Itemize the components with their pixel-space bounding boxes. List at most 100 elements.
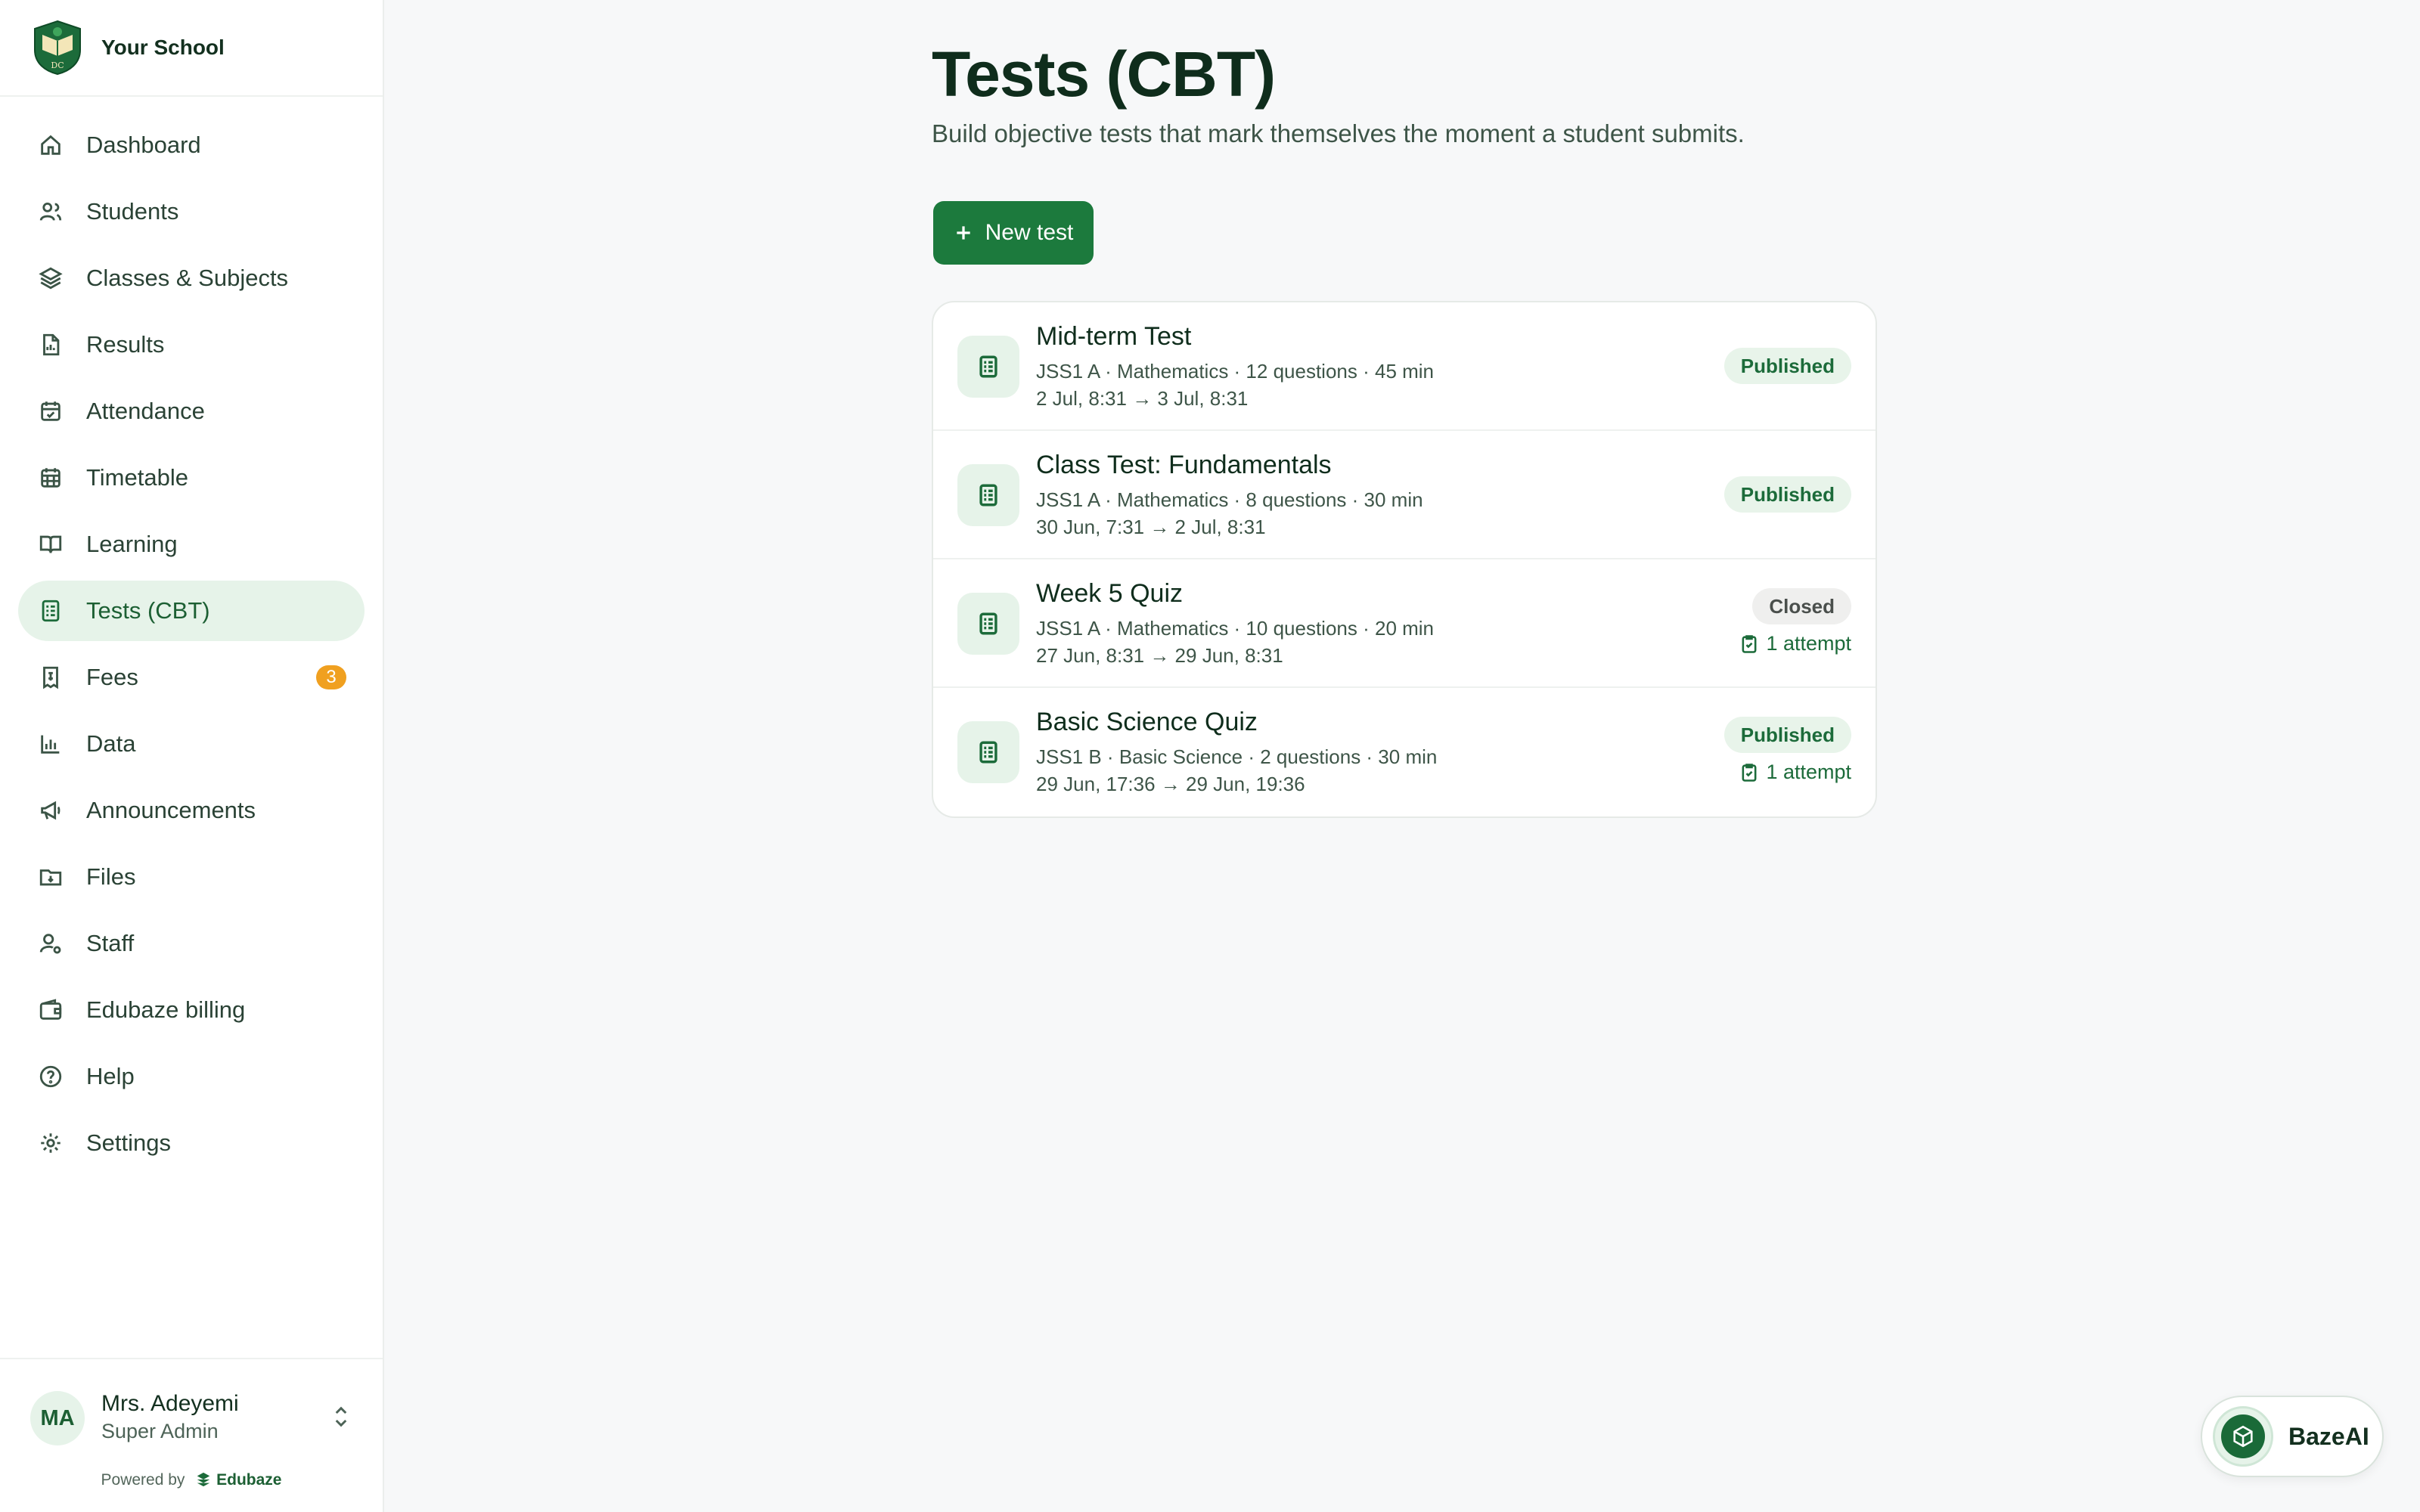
attempt-label: 1 attempt	[1766, 632, 1851, 655]
sidebar-item-attendance[interactable]: Attendance	[18, 381, 365, 442]
cube-icon	[2233, 1425, 2253, 1448]
attempt-label: 1 attempt	[1766, 761, 1851, 783]
page-title: Tests (CBT)	[932, 39, 1276, 110]
sidebar-item-announcements[interactable]: Announcements	[18, 780, 365, 841]
sidebar-item-label: Timetable	[86, 464, 188, 491]
folder-icon	[38, 864, 64, 890]
user-role: Super Admin	[101, 1420, 219, 1442]
sidebar-item-label: Data	[86, 730, 136, 757]
new-test-label: New test	[985, 220, 1074, 245]
test-list-icon	[957, 593, 1019, 655]
user-gear-icon	[38, 931, 64, 956]
sidebar-item-staff[interactable]: Staff	[18, 913, 365, 974]
test-title: Week 5 Quiz	[1036, 579, 1184, 608]
powered-prefix: Powered by	[101, 1471, 185, 1489]
sidebar-item-fees[interactable]: Fees 3	[18, 647, 365, 708]
test-dates: 29 Jun, 17:36 → 29 Jun, 19:36	[1036, 773, 1305, 795]
sidebar-item-label: Settings	[86, 1129, 172, 1156]
sidebar-item-classes-subjects[interactable]: Classes & Subjects	[18, 248, 365, 308]
plus-icon	[956, 226, 970, 240]
receipt-icon	[38, 665, 64, 690]
test-title: Mid-term Test	[1036, 322, 1192, 351]
school-crest-icon: DC	[34, 20, 81, 76]
sidebar-item-label: Fees	[86, 664, 138, 690]
test-meta: JSS1 B · Basic Science · 2 questions · 3…	[1036, 745, 1438, 768]
chevron-up-down-icon[interactable]	[330, 1403, 352, 1430]
home-icon	[38, 132, 64, 158]
sidebar-item-label: Announcements	[86, 797, 256, 823]
sidebar-item-label: Results	[86, 331, 165, 358]
tests-list: Mid-term Test JSS1 A · Mathematics · 12 …	[932, 301, 1877, 818]
sidebar-item-timetable[interactable]: Timetable	[18, 448, 365, 508]
test-title: Class Test: Fundamentals	[1036, 451, 1332, 479]
new-test-button[interactable]: New test	[933, 201, 1094, 265]
sidebar-item-label: Classes & Subjects	[86, 265, 289, 291]
test-meta: JSS1 A · Mathematics · 10 questions · 20…	[1036, 617, 1435, 640]
clipboard-check-icon	[1742, 763, 1757, 782]
calendar-check-icon	[38, 398, 64, 424]
sidebar-item-students[interactable]: Students	[18, 181, 365, 242]
clipboard-check-icon	[1742, 634, 1757, 653]
attempt-count[interactable]: 1 attempt	[1739, 632, 1851, 655]
test-title: Basic Science Quiz	[1036, 708, 1258, 736]
users-icon	[38, 199, 64, 225]
status-badge: Published	[1723, 717, 1851, 753]
status-badge: Published	[1723, 348, 1851, 384]
sidebar-item-help[interactable]: Help	[18, 1046, 365, 1107]
sidebar-item-label: Edubaze billing	[86, 996, 246, 1023]
edubaze-logo-icon	[197, 1472, 210, 1487]
calendar-grid-icon	[38, 465, 64, 491]
sidebar-item-label: Learning	[86, 531, 178, 557]
sidebar-item-edubaze-billing[interactable]: Edubaze billing	[18, 980, 365, 1040]
sidebar-item-tests-cbt[interactable]: Tests (CBT)	[18, 581, 365, 641]
sidebar: DC Your School Dashboard Students Classe…	[0, 0, 384, 1512]
sidebar-item-label: Tests (CBT)	[86, 597, 210, 624]
sidebar-item-label: Students	[86, 198, 179, 225]
status-badge: Closed	[1752, 588, 1851, 624]
test-list-icon	[957, 464, 1019, 526]
sidebar-item-label: Attendance	[86, 398, 205, 424]
avatar: MA	[30, 1391, 85, 1445]
settings-icon	[38, 1130, 64, 1156]
test-dates: 2 Jul, 8:31 → 3 Jul, 8:31	[1036, 387, 1249, 410]
test-row[interactable]: Week 5 Quiz JSS1 A · Mathematics · 10 qu…	[933, 559, 1876, 688]
bar-chart-icon	[38, 731, 64, 757]
test-meta: JSS1 A · Mathematics · 12 questions · 45…	[1036, 360, 1435, 383]
sidebar-item-settings[interactable]: Settings	[18, 1113, 365, 1173]
crest-letters: DC	[51, 60, 64, 70]
sidebar-item-label: Staff	[86, 930, 135, 956]
test-row[interactable]: Mid-term Test JSS1 A · Mathematics · 12 …	[933, 302, 1876, 431]
bazeai-label: BazeAI	[2288, 1422, 2369, 1450]
test-list-icon	[957, 721, 1019, 783]
attempt-count[interactable]: 1 attempt	[1739, 761, 1851, 784]
test-row[interactable]: Basic Science Quiz JSS1 B · Basic Scienc…	[933, 688, 1876, 816]
powered-brand[interactable]: Edubaze	[216, 1471, 281, 1489]
sidebar-item-learning[interactable]: Learning	[18, 514, 365, 575]
test-dates: 30 Jun, 7:31 → 2 Jul, 8:31	[1036, 516, 1266, 538]
fees-count-badge: 3	[316, 665, 346, 689]
file-chart-icon	[38, 332, 64, 358]
sidebar-item-label: Help	[86, 1063, 135, 1089]
sidebar-item-data[interactable]: Data	[18, 714, 365, 774]
megaphone-icon	[38, 798, 64, 823]
wallet-icon	[38, 997, 64, 1023]
status-badge: Published	[1723, 476, 1851, 513]
test-list-icon	[38, 598, 64, 624]
bazeai-avatar	[2213, 1406, 2273, 1467]
school-name: Your School	[101, 36, 225, 59]
sidebar-nav: Dashboard Students Classes & Subjects Re…	[0, 97, 383, 1173]
brand[interactable]: DC Your School	[0, 0, 383, 97]
page-subtitle: Build objective tests that mark themselv…	[932, 119, 1745, 147]
layers-icon	[38, 265, 64, 291]
powered-by: Powered by Edubaze	[0, 1471, 383, 1489]
sidebar-item-label: Dashboard	[86, 132, 201, 158]
bazeai-assistant-button[interactable]: BazeAI	[2201, 1396, 2384, 1477]
sidebar-item-files[interactable]: Files	[18, 847, 365, 907]
help-circle-icon	[38, 1064, 64, 1089]
user-menu[interactable]: MA Mrs. Adeyemi Super Admin Powered by E…	[0, 1358, 383, 1512]
sidebar-item-dashboard[interactable]: Dashboard	[18, 115, 365, 175]
user-name: Mrs. Adeyemi	[101, 1391, 239, 1416]
test-list-icon	[957, 336, 1019, 398]
test-row[interactable]: Class Test: Fundamentals JSS1 A · Mathem…	[933, 431, 1876, 559]
sidebar-item-results[interactable]: Results	[18, 314, 365, 375]
